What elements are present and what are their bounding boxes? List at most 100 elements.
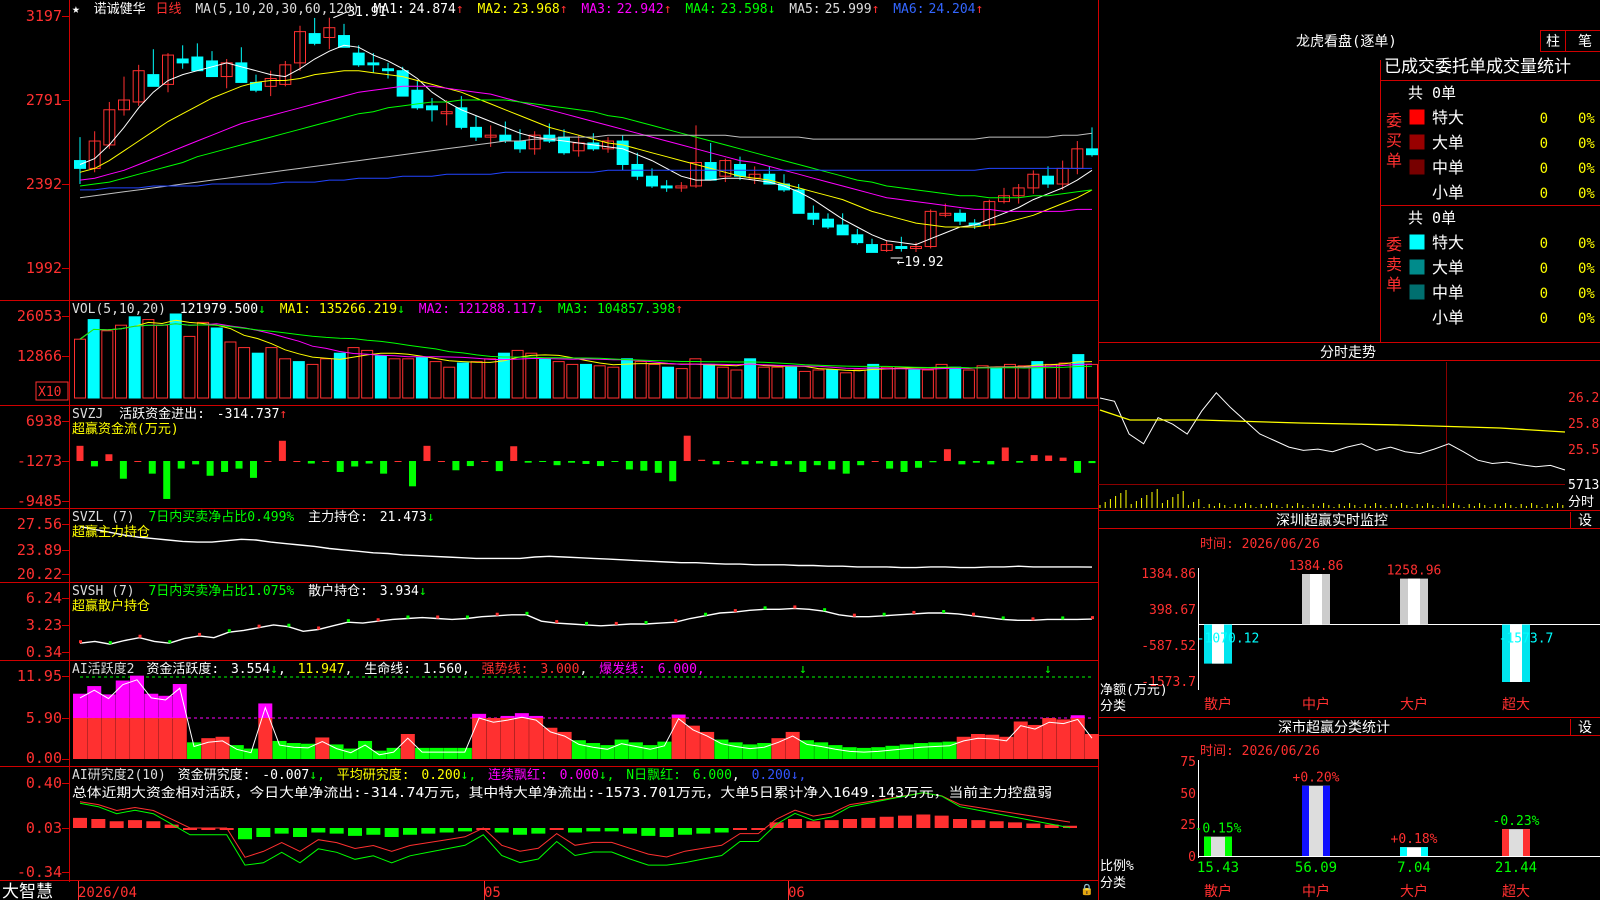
retail-tick [763, 606, 767, 610]
flow-bar [307, 461, 315, 464]
activity-bar [1056, 719, 1071, 759]
candle [514, 140, 526, 150]
activity-bar [871, 747, 886, 759]
flow-bar [539, 461, 547, 462]
volume-bar [279, 358, 292, 399]
activity-bar [543, 727, 558, 759]
volume-bar [115, 324, 128, 399]
volume-bar [1086, 363, 1098, 399]
activity-bar [87, 718, 102, 759]
category-count: 0 [1540, 286, 1548, 302]
bar-mode-button[interactable]: 柱 [1546, 34, 1560, 50]
period-label[interactable]: 日线 [156, 2, 182, 17]
sell-side-char: 委 [1386, 235, 1402, 254]
volume-bar [908, 369, 921, 399]
buy-side-char: 买 [1386, 131, 1402, 150]
activity-bar [671, 718, 686, 759]
research-bar [421, 828, 436, 834]
retail-tick [138, 634, 142, 638]
ai1-v2: 11.947 [298, 662, 345, 677]
activity-bar [1070, 718, 1085, 759]
category-name: 大单 [1432, 133, 1464, 152]
flow-bar [770, 461, 778, 467]
tick-mode-button[interactable]: 笔 [1578, 34, 1592, 50]
activity-bar-top [472, 713, 487, 719]
class-bar-edge [1523, 829, 1530, 856]
ma-line-MA5 [79, 132, 1093, 199]
monitor-settings-button[interactable]: 设 [1578, 513, 1592, 529]
monitor-category: 中户 [1302, 696, 1330, 713]
vol-header: VOL(5,10,20) 121979.500↓ MA1: 135266.219… [72, 302, 683, 317]
activity-bar-top [258, 703, 273, 719]
ma1-label: MA1: [374, 2, 405, 17]
volume-bar [880, 366, 893, 399]
retail-tick [525, 611, 529, 615]
flow-bar [669, 461, 677, 482]
research-bar [274, 828, 289, 834]
volume-bar [456, 362, 469, 399]
svzj-ytick: -1273 [17, 452, 62, 470]
volume-bar [169, 313, 182, 399]
svzj-title: SVZJ [72, 407, 103, 422]
flow-bar [640, 461, 648, 471]
activity-bar [828, 745, 843, 759]
volume-bar [415, 356, 428, 399]
flow-bar [206, 461, 214, 476]
ai2-l4: N日飘红: [626, 767, 681, 783]
volume-bar [580, 363, 592, 399]
class-value-label: 21.44 [1495, 860, 1537, 876]
ma1-value: 24.874 [409, 2, 456, 17]
lock-icon[interactable]: 🔒 [1080, 883, 1094, 896]
ma3-value: 22.942 [617, 2, 664, 17]
flow-bar [799, 461, 807, 472]
ma4-label: MA4: [685, 2, 716, 17]
price-ytick: 1992 [26, 259, 62, 277]
candle [206, 60, 218, 78]
date-label: 06 [788, 885, 805, 900]
retail-tick [942, 610, 946, 614]
vol-ma1-arrow: ↓ [397, 302, 405, 317]
retail-tick [1001, 616, 1005, 620]
svzl-title: SVZL (7) [72, 510, 135, 525]
activity-bar [472, 718, 487, 759]
candle [352, 52, 365, 66]
buy-side-label: 委 买 单 [1386, 111, 1402, 170]
ai1-comma: , [579, 662, 587, 677]
volume-bar [949, 366, 962, 399]
class-ytick: 25 [1180, 818, 1196, 833]
volume-bar [265, 347, 278, 399]
class-bar-edge [1323, 785, 1330, 856]
retail-tick [108, 641, 112, 645]
activity-bar [885, 745, 900, 759]
ai1-l4: 强势线: [482, 661, 529, 677]
star-icon[interactable]: ★ [72, 2, 80, 17]
research-bar [458, 828, 472, 832]
class-pct-label: +0.20% [1293, 771, 1340, 786]
activity-bar [172, 718, 187, 759]
ma-line-MA6 [80, 167, 1092, 191]
svsh-title: SVSH (7) [72, 584, 135, 599]
flow-bar [871, 461, 879, 462]
vol-ma1: MA1: 135266.219 [280, 302, 397, 317]
activity-bar [101, 718, 116, 759]
category-name: 小单 [1432, 183, 1464, 202]
research-bar [439, 828, 454, 833]
research-bar [256, 828, 271, 837]
vol-ma-line-3 [79, 323, 1093, 369]
flow-bar [1088, 461, 1096, 464]
class-bar-edge [1421, 847, 1428, 856]
flow-bar [235, 461, 243, 469]
ai2-arrow: ↓, [461, 768, 477, 783]
volume-bar [306, 363, 319, 399]
retail-tick [585, 621, 588, 625]
flow-bar [510, 446, 518, 461]
ai1-comma: , [278, 662, 286, 677]
class-settings-button[interactable]: 设 [1578, 720, 1592, 736]
research-bar [824, 820, 839, 828]
retail-tick [1091, 616, 1094, 620]
activity-bar-top [529, 715, 544, 719]
flow-bar [1016, 461, 1024, 463]
class-ytick: 75 [1180, 755, 1196, 770]
activity-bar [614, 739, 629, 759]
flow-bar [596, 461, 604, 467]
